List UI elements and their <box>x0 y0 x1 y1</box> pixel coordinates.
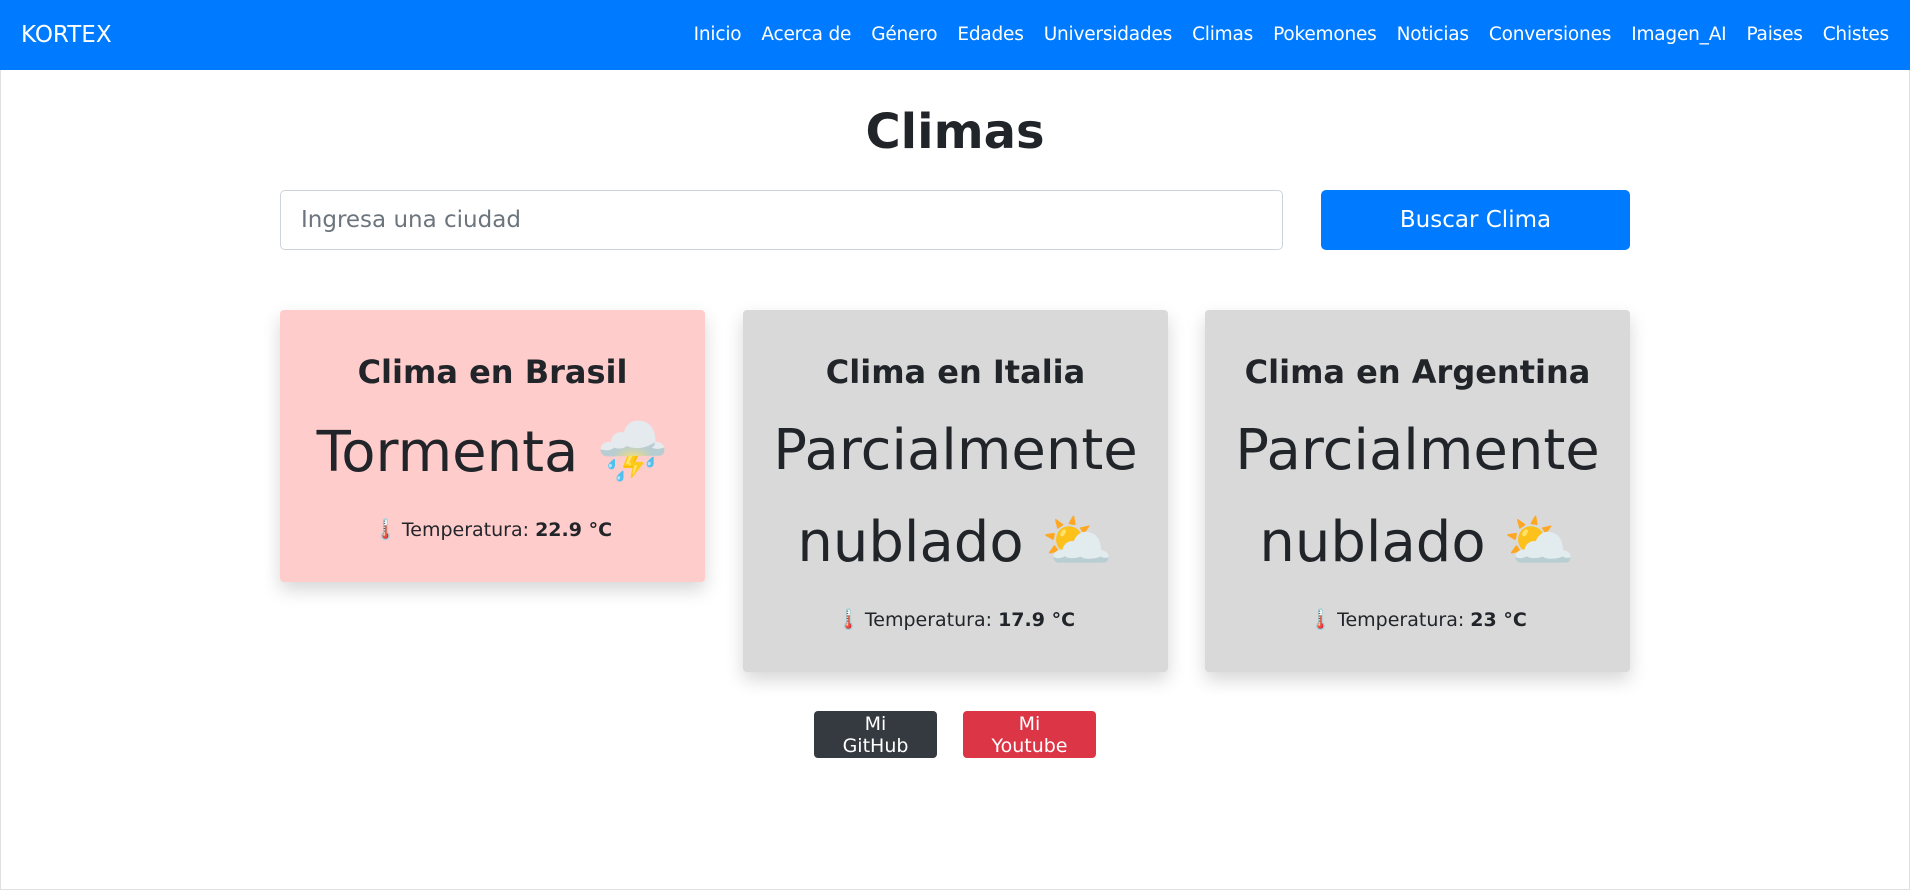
temperature-line: 🌡️ Temperatura: 17.9 °C <box>743 604 1168 635</box>
search-weather-button[interactable]: Buscar Clima <box>1321 190 1630 250</box>
card-title: Clima en Brasil <box>357 353 628 391</box>
page-title: Climas <box>865 104 1045 160</box>
temperature-line: 🌡️ Temperatura: 23 °C <box>1205 604 1630 635</box>
card-title: Clima en Italia <box>825 353 1086 391</box>
city-search-input[interactable] <box>280 190 1283 250</box>
nav-link-inicio[interactable]: Inicio <box>684 0 752 70</box>
nav-links: Inicio Acerca de Género Edades Universid… <box>684 0 1890 70</box>
weather-condition: Parcialmente nublado ⛅ <box>1229 406 1606 588</box>
nav-link-paises[interactable]: Paises <box>1736 0 1812 70</box>
weather-condition: Parcialmente nublado ⛅ <box>767 406 1144 588</box>
weather-card-brasil: Clima en Brasil Tormenta ⛈️ 🌡️ Temperatur… <box>280 310 705 582</box>
weather-card-argentina: Clima en Argentina Parcialmente nublado … <box>1205 310 1630 672</box>
card-title: Clima en Argentina <box>1244 353 1591 391</box>
thermometer-icon: 🌡️ <box>1308 607 1334 631</box>
partly-cloudy-icon: ⛅ <box>1503 507 1576 575</box>
temperature-label: Temperatura: <box>401 519 530 541</box>
nav-link-climas[interactable]: Climas <box>1182 0 1263 70</box>
temperature-value: 23 °C <box>1470 609 1527 631</box>
nav-link-noticias[interactable]: Noticias <box>1387 0 1479 70</box>
partly-cloudy-icon: ⛅ <box>1041 507 1114 575</box>
youtube-button[interactable]: Mi Youtube <box>963 711 1096 758</box>
weather-card-italia: Clima en Italia Parcialmente nublado ⛅ 🌡… <box>743 310 1168 672</box>
brand-logo[interactable]: KORTEX <box>21 0 112 70</box>
thermometer-icon: 🌡️ <box>835 607 861 631</box>
weather-condition: Tormenta ⛈️ <box>304 406 681 498</box>
nav-link-pokemones[interactable]: Pokemones <box>1263 0 1387 70</box>
nav-link-conversiones[interactable]: Conversiones <box>1479 0 1621 70</box>
nav-link-edades[interactable]: Edades <box>947 0 1033 70</box>
temperature-line: 🌡️ Temperatura: 22.9 °C <box>280 514 705 545</box>
nav-link-universidades[interactable]: Universidades <box>1034 0 1182 70</box>
thunderstorm-rain-icon: ⛈️ <box>596 417 669 485</box>
temperature-label: Temperatura: <box>864 609 993 631</box>
nav-link-genero[interactable]: Género <box>861 0 947 70</box>
temperature-label: Temperatura: <box>1337 609 1465 631</box>
thermometer-icon: 🌡️ <box>372 517 398 541</box>
temperature-value: 22.9 °C <box>535 519 613 541</box>
nav-link-acerca-de[interactable]: Acerca de <box>751 0 861 70</box>
top-navbar: KORTEX Inicio Acerca de Género Edades Un… <box>0 0 1910 70</box>
github-button[interactable]: Mi GitHub <box>814 711 937 758</box>
temperature-value: 17.9 °C <box>998 609 1076 631</box>
nav-link-chistes[interactable]: Chistes <box>1813 0 1889 70</box>
condition-text: Tormenta <box>316 420 579 485</box>
nav-link-imagen-ai[interactable]: Imagen_AI <box>1621 0 1736 70</box>
